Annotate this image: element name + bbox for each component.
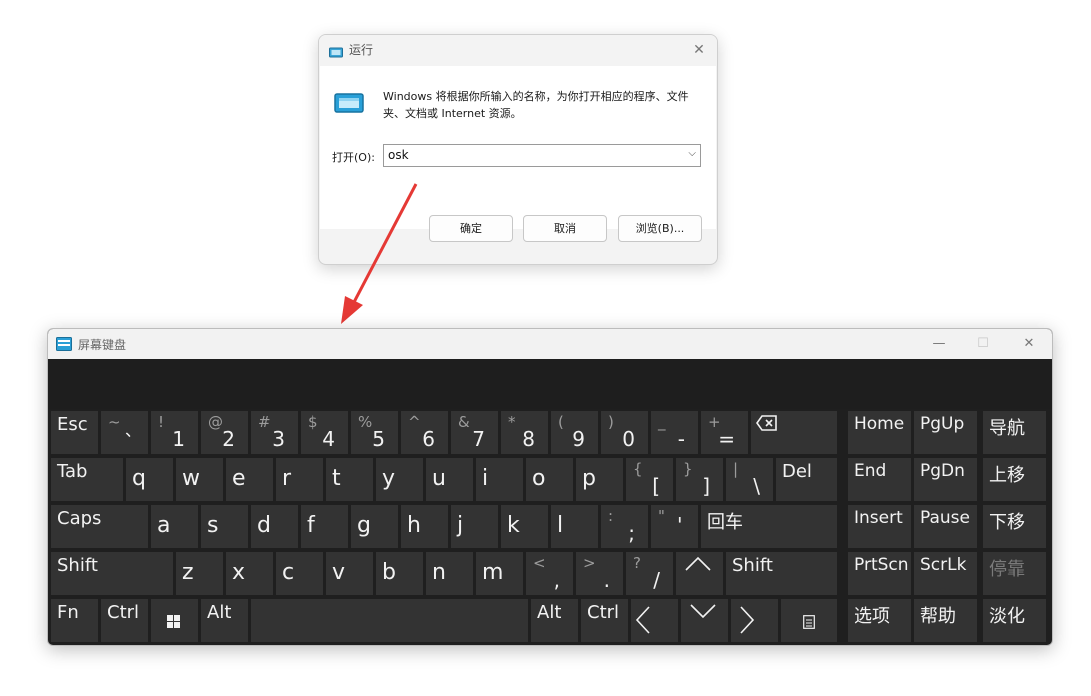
key-arrow-down[interactable] xyxy=(681,599,728,642)
key-tab[interactable]: Tab xyxy=(51,458,123,501)
key-arrow-left[interactable] xyxy=(631,599,678,642)
key-quote[interactable]: " ' xyxy=(651,505,698,548)
key-4[interactable]: $4 xyxy=(301,411,348,454)
key-0[interactable]: ) 0 xyxy=(601,411,648,454)
key-s[interactable]: s xyxy=(201,505,248,548)
key-right-bracket[interactable]: }] xyxy=(676,458,723,501)
key-period[interactable]: >. xyxy=(576,552,623,595)
key-6[interactable]: ^ 6 xyxy=(401,411,448,454)
key-windows[interactable] xyxy=(151,599,198,642)
key-c[interactable]: c xyxy=(276,552,323,595)
key-options[interactable]: 选项 xyxy=(848,599,911,642)
key-m[interactable]: m xyxy=(476,552,523,595)
key-z[interactable]: z xyxy=(176,552,223,595)
key-2[interactable]: @2 xyxy=(201,411,248,454)
key-q[interactable]: q xyxy=(126,458,173,501)
key-5[interactable]: % 5 xyxy=(351,411,398,454)
key-equals[interactable]: + = xyxy=(701,411,748,454)
minimize-icon[interactable]: — xyxy=(924,333,954,355)
key-h[interactable]: h xyxy=(401,505,448,548)
key-alt-left[interactable]: Alt xyxy=(201,599,248,642)
key-8[interactable]: * 8 xyxy=(501,411,548,454)
key-menu[interactable] xyxy=(781,599,837,642)
arrow-right-icon xyxy=(739,605,755,639)
key-pgup[interactable]: PgUp xyxy=(914,411,977,454)
arrow-left-icon xyxy=(635,605,651,639)
key-dock[interactable]: 停靠 xyxy=(983,552,1046,595)
maximize-icon[interactable]: ☐ xyxy=(968,333,998,355)
key-left-bracket[interactable]: {[ xyxy=(626,458,673,501)
key-ctrl-left[interactable]: Ctrl xyxy=(101,599,148,642)
backspace-icon xyxy=(756,415,778,435)
windows-icon xyxy=(167,614,181,633)
key-g[interactable]: g xyxy=(351,505,398,548)
key-backspace[interactable] xyxy=(751,411,837,454)
osk-titlebar[interactable]: 屏幕键盘 — ☐ ✕ xyxy=(48,329,1052,359)
key-d[interactable]: d xyxy=(251,505,298,548)
key-t[interactable]: t xyxy=(326,458,373,501)
key-space[interactable] xyxy=(251,599,528,642)
key-ctrl-right[interactable]: Ctrl xyxy=(581,599,628,642)
key-a[interactable]: a xyxy=(151,505,198,548)
key-del[interactable]: Del xyxy=(776,458,837,501)
key-move-down[interactable]: 下移 xyxy=(983,505,1046,548)
key-shift-right[interactable]: Shift xyxy=(726,552,837,595)
key-semicolon[interactable]: :; xyxy=(601,505,648,548)
key-move-up[interactable]: 上移 xyxy=(983,458,1046,501)
key-pause[interactable]: Pause xyxy=(914,505,977,548)
key-scrlk[interactable]: ScrLk xyxy=(914,552,977,595)
on-screen-keyboard-window: 屏幕键盘 — ☐ ✕ Esc ~、 ! 1 @2 #3 $4 % 5 ^ 6 & 7 *… xyxy=(47,328,1053,646)
key-comma[interactable]: <, xyxy=(526,552,573,595)
key-fade[interactable]: 淡化 xyxy=(983,599,1046,642)
osk-title: 屏幕键盘 xyxy=(78,338,127,352)
key-i[interactable]: i xyxy=(476,458,523,501)
key-n[interactable]: n xyxy=(426,552,473,595)
key-home[interactable]: Home xyxy=(848,411,911,454)
key-9[interactable]: (9 xyxy=(551,411,598,454)
key-l[interactable]: l xyxy=(551,505,598,548)
key-j[interactable]: j xyxy=(451,505,498,548)
key-e[interactable]: e xyxy=(226,458,273,501)
key-k[interactable]: k xyxy=(501,505,548,548)
menu-icon xyxy=(803,614,815,633)
key-3[interactable]: #3 xyxy=(251,411,298,454)
key-end[interactable]: End xyxy=(848,458,911,501)
key-nav[interactable]: 导航 xyxy=(983,411,1046,454)
key-shift-left[interactable]: Shift xyxy=(51,552,173,595)
key-tilde[interactable]: ~、 xyxy=(101,411,148,454)
key-7[interactable]: & 7 xyxy=(451,411,498,454)
arrow-down-icon xyxy=(689,603,717,623)
key-arrow-right[interactable] xyxy=(731,599,778,642)
key-caps[interactable]: Caps xyxy=(51,505,148,548)
key-r[interactable]: r xyxy=(276,458,323,501)
key-arrow-up[interactable] xyxy=(676,552,723,595)
key-minus[interactable]: _ - xyxy=(651,411,698,454)
key-b[interactable]: b xyxy=(376,552,423,595)
arrow-up-icon xyxy=(684,556,712,576)
key-esc[interactable]: Esc xyxy=(51,411,98,454)
key-p[interactable]: p xyxy=(576,458,623,501)
keyboard-icon xyxy=(56,336,72,355)
key-o[interactable]: o xyxy=(526,458,573,501)
key-u[interactable]: u xyxy=(426,458,473,501)
key-f[interactable]: f xyxy=(301,505,348,548)
key-enter[interactable]: 回车 xyxy=(701,505,837,548)
key-prtscn[interactable]: PrtScn xyxy=(848,552,911,595)
key-w[interactable]: w xyxy=(176,458,223,501)
close-icon[interactable]: ✕ xyxy=(1014,333,1044,355)
key-v[interactable]: v xyxy=(326,552,373,595)
key-insert[interactable]: Insert xyxy=(848,505,911,548)
key-slash[interactable]: ? / xyxy=(626,552,673,595)
key-fn[interactable]: Fn xyxy=(51,599,98,642)
key-y[interactable]: y xyxy=(376,458,423,501)
key-1[interactable]: ! 1 xyxy=(151,411,198,454)
key-pgdn[interactable]: PgDn xyxy=(914,458,977,501)
key-backslash[interactable]: | \ xyxy=(726,458,773,501)
key-help[interactable]: 帮助 xyxy=(914,599,977,642)
osk-prediction-area xyxy=(48,359,1052,409)
key-alt-right[interactable]: Alt xyxy=(531,599,578,642)
key-x[interactable]: x xyxy=(226,552,273,595)
